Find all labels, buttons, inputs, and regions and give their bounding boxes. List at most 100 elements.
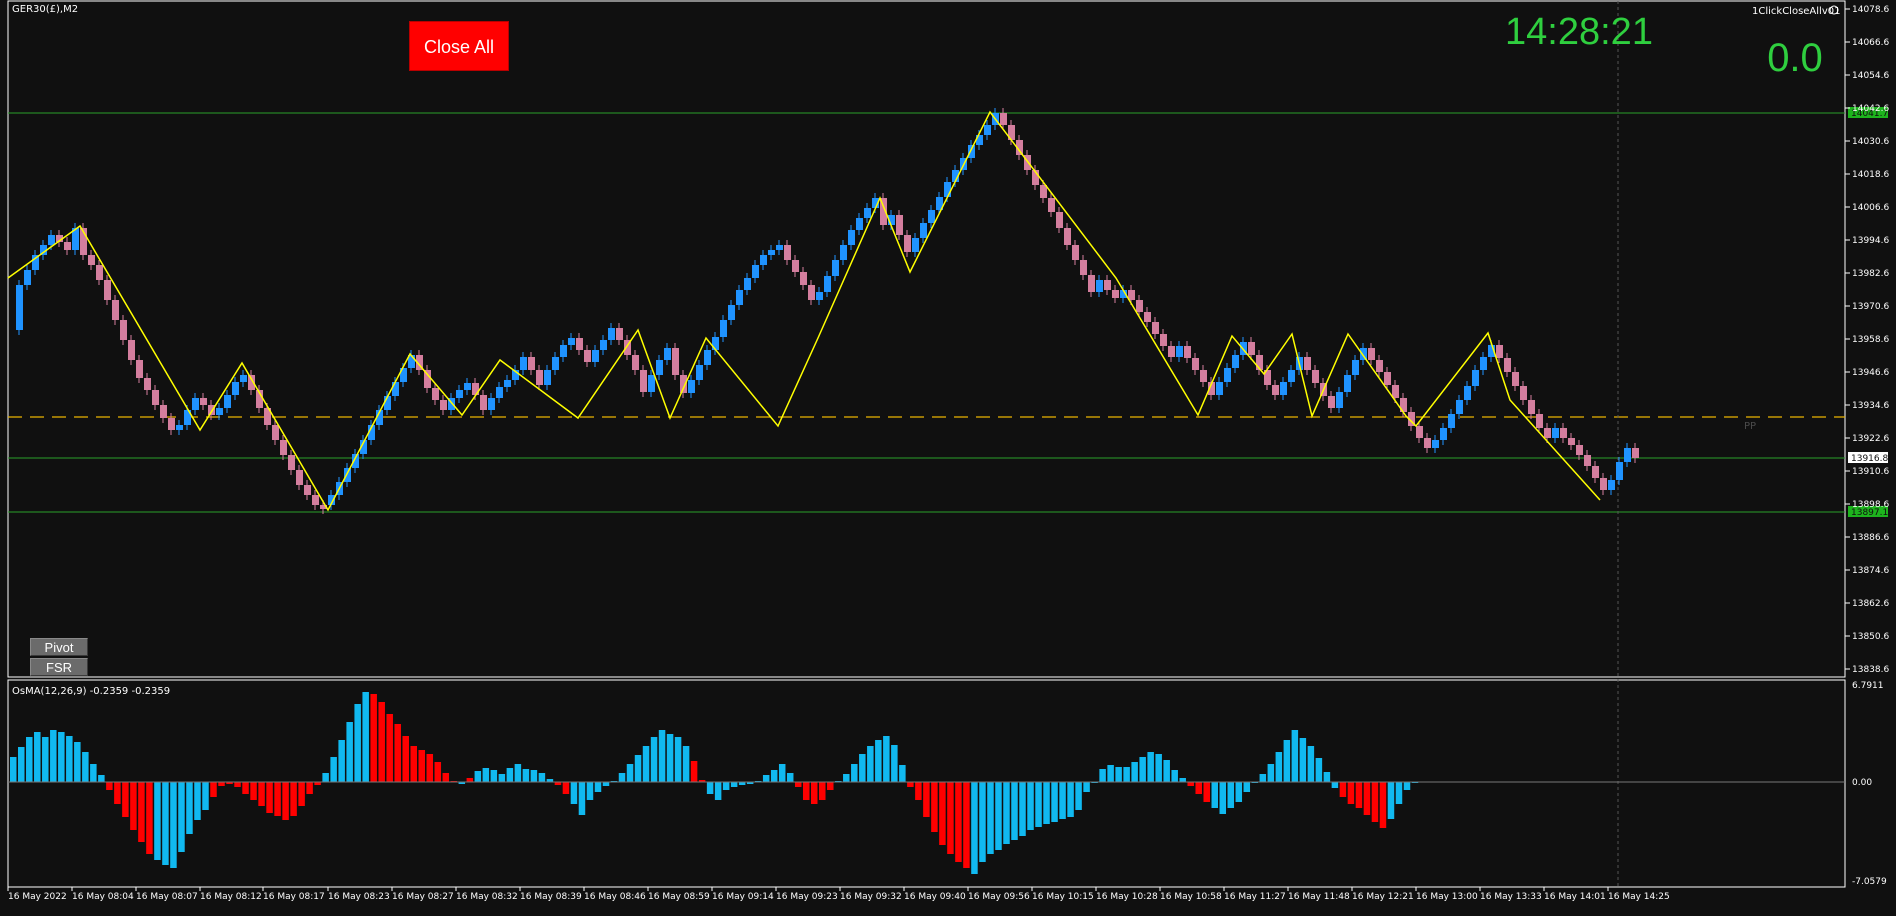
price-axis-label: 13898.6: [1852, 500, 1889, 510]
time-axis-label: 16 May 13:33: [1480, 892, 1542, 902]
bull-candle: [824, 276, 831, 292]
bull-candle: [192, 398, 199, 410]
osma-bar: [658, 730, 666, 782]
bull-candle: [984, 125, 991, 135]
bull-candle: [560, 345, 567, 357]
osma-bar: [442, 773, 450, 782]
time-axis-label: 16 May 08:04: [72, 892, 134, 902]
price-axis-label: 14078.6: [1852, 5, 1889, 15]
svg-text:13916.8: 13916.8: [1851, 454, 1888, 464]
osma-bar: [802, 782, 810, 800]
bear-candle: [1568, 438, 1575, 445]
bull-candle: [1624, 448, 1631, 462]
osma-bar: [1299, 738, 1307, 782]
bull-candle: [600, 340, 607, 350]
osma-bar: [1035, 782, 1042, 827]
osma-bar: [819, 782, 826, 800]
bear-candle: [440, 400, 447, 410]
bear-candle: [1384, 372, 1391, 385]
bear-candle: [1536, 414, 1543, 428]
bear-candle: [576, 338, 583, 350]
bull-candle: [1480, 357, 1487, 370]
bear-candle: [480, 395, 487, 410]
bull-candle: [496, 387, 503, 398]
bear-candle: [1504, 358, 1511, 372]
bear-candle: [784, 245, 791, 260]
bear-candle: [800, 272, 807, 285]
price-axis-label: 13838.6: [1852, 665, 1889, 675]
osma-bar: [1371, 782, 1379, 822]
osma-bar: [74, 742, 81, 782]
bear-candle: [1088, 275, 1095, 292]
time-axis-label: 16 May 08:46: [584, 892, 646, 902]
price-axis-label: 13970.6: [1852, 302, 1889, 312]
price-axis-label: 14042.6: [1852, 104, 1889, 114]
osma-bar: [1219, 782, 1227, 814]
bull-candle: [728, 305, 735, 320]
bear-candle: [1184, 346, 1191, 358]
bull-candle: [216, 408, 223, 415]
bear-candle: [1632, 448, 1639, 458]
bull-candle: [224, 395, 231, 408]
osma-bar: [218, 782, 225, 786]
bull-candle: [648, 375, 655, 392]
bull-candle: [704, 350, 711, 365]
close-all-button[interactable]: Close All: [409, 21, 509, 71]
bull-candle: [232, 382, 239, 395]
osma-bar: [138, 782, 145, 842]
osma-bar: [130, 782, 137, 830]
price-axis-label: 13994.6: [1852, 236, 1889, 246]
bear-candle: [1272, 385, 1279, 395]
osma-bar: [322, 773, 329, 782]
osma-bar: [282, 782, 289, 820]
price-axis-label: 13862.6: [1852, 599, 1889, 609]
bear-candle: [1600, 478, 1607, 490]
price-axis-label: 13982.6: [1852, 269, 1889, 279]
osma-bar: [1363, 782, 1371, 815]
bull-candle: [1352, 360, 1359, 375]
time-axis-label: 16 May 08:17: [263, 892, 325, 902]
price-axis-label: 14018.6: [1852, 170, 1889, 180]
osma-bar: [410, 746, 417, 782]
clock-display: 14:28:21: [1505, 11, 1653, 53]
osma-bar: [786, 773, 794, 782]
pp-label: PP: [1744, 421, 1756, 432]
price-axis-label: 13958.6: [1852, 335, 1889, 345]
osma-bar: [418, 750, 426, 782]
osma-bar: [1059, 782, 1066, 819]
bull-candle: [240, 375, 247, 382]
bear-candle: [1104, 280, 1111, 290]
fsr-button[interactable]: FSR: [30, 658, 88, 676]
pivot-button[interactable]: Pivot: [30, 638, 88, 656]
bull-candle: [464, 383, 471, 390]
time-axis-label: 16 May 08:12: [200, 892, 262, 902]
osma-bar: [963, 782, 970, 868]
osma-bar: [586, 782, 594, 800]
osma-bar: [258, 782, 265, 806]
osma-bar: [1171, 770, 1178, 782]
osma-bar: [1243, 782, 1251, 792]
osma-bar: [1019, 782, 1026, 836]
osma-bar: [1379, 782, 1387, 828]
osma-bar: [827, 782, 834, 790]
osma-bar: [899, 765, 906, 782]
bull-candle: [712, 337, 719, 350]
osma-bar: [50, 730, 57, 782]
bull-candle: [912, 238, 919, 252]
bear-candle: [632, 355, 639, 370]
bull-candle: [344, 468, 351, 482]
bull-candle: [1448, 414, 1455, 428]
bull-candle: [488, 398, 495, 410]
bull-candle: [1616, 462, 1623, 480]
bear-candle: [1112, 290, 1119, 298]
price-axis-label: 13886.6: [1852, 533, 1889, 543]
osma-bar: [995, 782, 1002, 850]
osma-bar: [1355, 782, 1363, 808]
bear-candle: [1576, 445, 1583, 455]
osma-bar: [690, 761, 698, 782]
bear-candle: [1584, 455, 1591, 466]
bull-candle: [832, 260, 839, 276]
osma-bar: [1123, 767, 1130, 782]
bull-candle: [696, 365, 703, 380]
osma-bar: [26, 737, 33, 782]
